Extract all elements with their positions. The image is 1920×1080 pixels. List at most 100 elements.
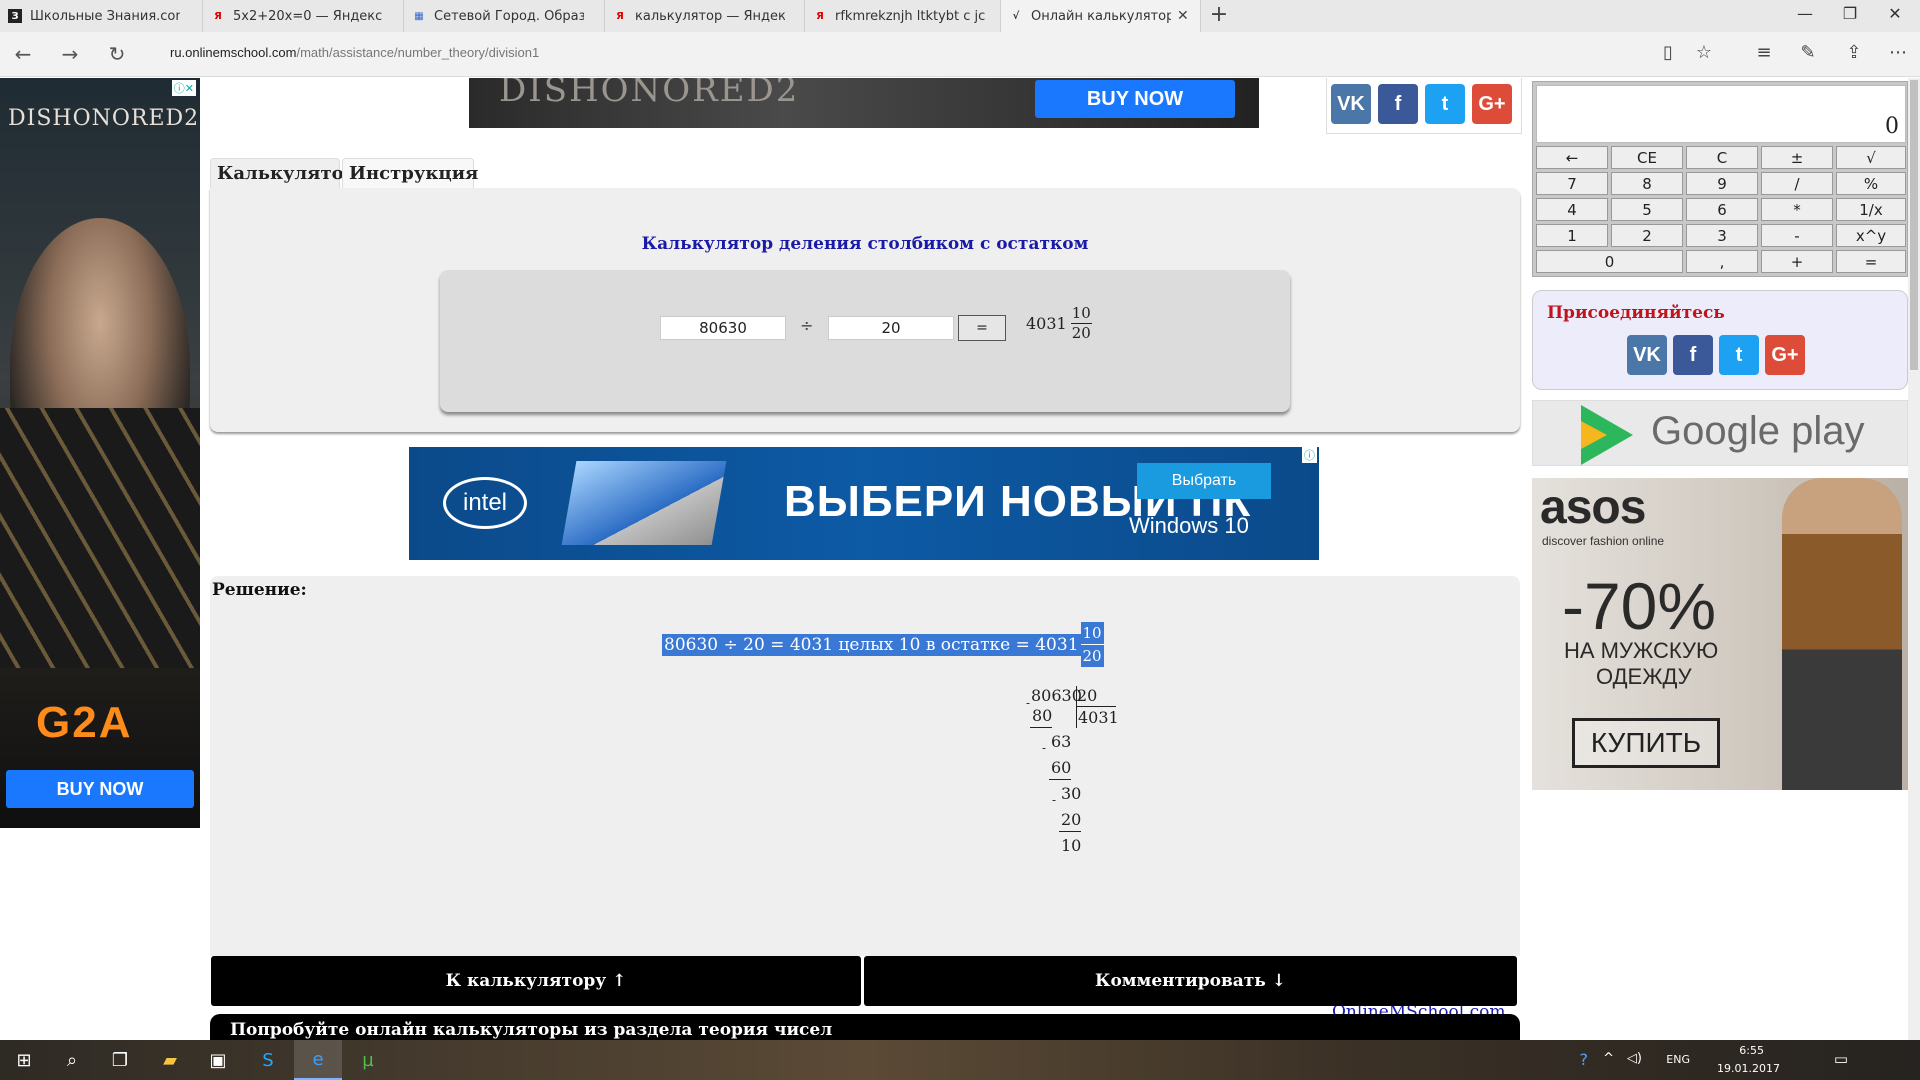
tab-calculator[interactable]: Калькулятор (210, 158, 356, 188)
windows-logo: Windows 10 (1129, 513, 1249, 538)
windows-start-icon[interactable]: ⊞ (0, 1040, 48, 1080)
ad-pick-button[interactable]: Выбрать (1137, 463, 1271, 499)
browser-tab[interactable]: Я калькулятор — Яндекс: на (605, 0, 805, 32)
calc-key-5[interactable]: 5 (1611, 198, 1683, 221)
browser-tab[interactable]: Я 5x2+20x=0 — Яндекс: наш (203, 0, 404, 32)
notifications-icon[interactable]: ▭ (1834, 1050, 1848, 1068)
calc-key-1[interactable]: 1 (1536, 224, 1608, 247)
twitter-icon[interactable]: t (1425, 84, 1465, 124)
calc-key-3[interactable]: 3 (1686, 224, 1758, 247)
browser-tab[interactable]: ▦ Сетевой Город. Образова (404, 0, 605, 32)
intel-ad-banner[interactable]: intel ВЫБЕРИ НОВЫЙ ПК Выбрать Windows 10… (409, 447, 1319, 560)
file-explorer-icon[interactable]: ▰ (146, 1040, 194, 1080)
left-ad-banner[interactable]: DISHONORED2 G2A BUY NOW ⓘ✕ (0, 78, 200, 828)
edge-icon[interactable]: e (294, 1040, 342, 1080)
clock-time[interactable]: 6:55 (1739, 1044, 1764, 1057)
comment-button[interactable]: Комментировать ↓ (864, 956, 1517, 1006)
facebook-icon[interactable]: f (1378, 84, 1418, 124)
calc-key-reciprocal[interactable]: 1/x (1836, 198, 1906, 221)
web-note-icon[interactable]: ✎ (1794, 42, 1822, 63)
facebook-icon[interactable]: f (1673, 335, 1713, 375)
clock-date[interactable]: 19.01.2017 (1717, 1062, 1780, 1075)
refresh-icon[interactable]: ↻ (102, 42, 132, 66)
calc-key-c[interactable]: C (1686, 146, 1758, 169)
more-icon[interactable]: ⋯ (1884, 42, 1912, 63)
solution-line: 80630 ÷ 20 = 4031 целых 10 в остатке = 4… (662, 622, 1104, 667)
ad-buy-button[interactable]: BUY NOW (6, 770, 194, 808)
vk-icon[interactable]: VK (1627, 335, 1667, 375)
calculator-result: 4031 10 20 (1026, 304, 1092, 343)
calc-key-0[interactable]: 0 (1536, 250, 1683, 273)
ad-info-icon[interactable]: ⓘ (1302, 447, 1317, 463)
ld-rem2: 30 (1061, 784, 1082, 803)
ld-minus: - (1026, 696, 1031, 710)
equals-button[interactable]: = (958, 315, 1006, 341)
ad-info-icon[interactable]: ⓘ✕ (171, 80, 196, 96)
browser-tab[interactable]: З Школьные Знания.com - Р (0, 0, 203, 32)
solution-label: Решение: (212, 580, 307, 600)
minimize-button[interactable]: — (1785, 4, 1825, 23)
forward-icon[interactable]: → (55, 42, 85, 66)
calc-key-percent[interactable]: % (1836, 172, 1906, 195)
calc-key-minus[interactable]: - (1761, 224, 1833, 247)
browser-tab-active[interactable]: √ Онлайн калькулятор. Д ✕ (1001, 0, 1201, 32)
close-window-button[interactable]: ✕ (1875, 4, 1915, 23)
top-ad-banner[interactable]: DISHONORED2 BUY NOW (469, 78, 1259, 128)
back-icon[interactable]: ← (8, 42, 38, 66)
calc-key-7[interactable]: 7 (1536, 172, 1608, 195)
new-tab-button[interactable]: + (1204, 2, 1234, 27)
google-play-badge[interactable]: Google play (1532, 400, 1908, 466)
calc-key-plus[interactable]: + (1761, 250, 1833, 273)
calc-key-8[interactable]: 8 (1611, 172, 1683, 195)
skype-icon[interactable]: S (244, 1040, 292, 1080)
hub-icon[interactable]: ≡ (1750, 42, 1778, 63)
tab-favicon-icon: Я (616, 10, 624, 22)
calc-key-9[interactable]: 9 (1686, 172, 1758, 195)
asos-ad-banner[interactable]: asos discover fashion online -70% НА МУЖ… (1532, 478, 1908, 790)
calc-key-backspace[interactable]: ← (1536, 146, 1608, 169)
volume-icon[interactable]: ◁) (1627, 1051, 1642, 1066)
ld-minus: - (1042, 741, 1047, 755)
dividend-input[interactable]: 80630 (660, 316, 786, 340)
calc-key-divide[interactable]: / (1761, 172, 1833, 195)
to-calculator-button[interactable]: К калькулятору ↑ (211, 956, 861, 1006)
google-plus-icon[interactable]: G+ (1472, 84, 1512, 124)
calc-key-multiply[interactable]: * (1761, 198, 1833, 221)
scrollbar-thumb[interactable] (1910, 80, 1918, 370)
ad-buy-button[interactable]: КУПИТЬ (1572, 718, 1720, 768)
ad-buy-button[interactable]: BUY NOW (1035, 80, 1235, 118)
chevron-up-icon[interactable]: ^ (1603, 1051, 1614, 1066)
task-view-icon[interactable]: ❐ (96, 1040, 144, 1080)
calc-key-4[interactable]: 4 (1536, 198, 1608, 221)
tab-title: Школьные Знания.com - Р (30, 8, 180, 24)
favorite-star-icon[interactable]: ☆ (1690, 42, 1718, 63)
calc-key-comma[interactable]: , (1686, 250, 1758, 273)
tab-title: Онлайн калькулятор. Д (1031, 8, 1171, 24)
calc-key-6[interactable]: 6 (1686, 198, 1758, 221)
calc-key-power[interactable]: x^y (1836, 224, 1906, 247)
calc-key-plusminus[interactable]: ± (1761, 146, 1833, 169)
browser-tab[interactable]: Я rfkmrekznjh ltktybt c jcnfnr (805, 0, 1001, 32)
tab-instruction[interactable]: Инструкция (342, 158, 478, 188)
reading-view-icon[interactable]: ▯ (1654, 42, 1682, 63)
divisor-input[interactable]: 20 (828, 316, 954, 340)
help-icon[interactable]: ? (1580, 1050, 1589, 1069)
calc-key-2[interactable]: 2 (1611, 224, 1683, 247)
address-bar[interactable]: ru.onlinemschool.com/math/assistance/num… (170, 45, 539, 60)
tab-title: rfkmrekznjh ltktybt c jcnfnr (835, 8, 985, 24)
language-indicator[interactable]: ENG (1666, 1053, 1690, 1066)
calc-key-sqrt[interactable]: √ (1836, 146, 1906, 169)
solution-fraction: 10 20 (1080, 622, 1104, 667)
restore-button[interactable]: ❐ (1830, 4, 1870, 23)
store-icon[interactable]: ▣ (194, 1040, 242, 1080)
google-plus-icon[interactable]: G+ (1765, 335, 1805, 375)
share-icon[interactable]: ⇪ (1840, 42, 1868, 63)
twitter-icon[interactable]: t (1719, 335, 1759, 375)
torrent-icon[interactable]: µ (344, 1040, 392, 1080)
search-icon[interactable]: ⌕ (48, 1040, 96, 1080)
calc-key-ce[interactable]: CE (1611, 146, 1683, 169)
close-tab-icon[interactable]: ✕ (1177, 8, 1189, 24)
vk-icon[interactable]: VK (1331, 84, 1371, 124)
calc-key-equals[interactable]: = (1836, 250, 1906, 273)
vertical-scrollbar[interactable] (1908, 78, 1920, 1040)
